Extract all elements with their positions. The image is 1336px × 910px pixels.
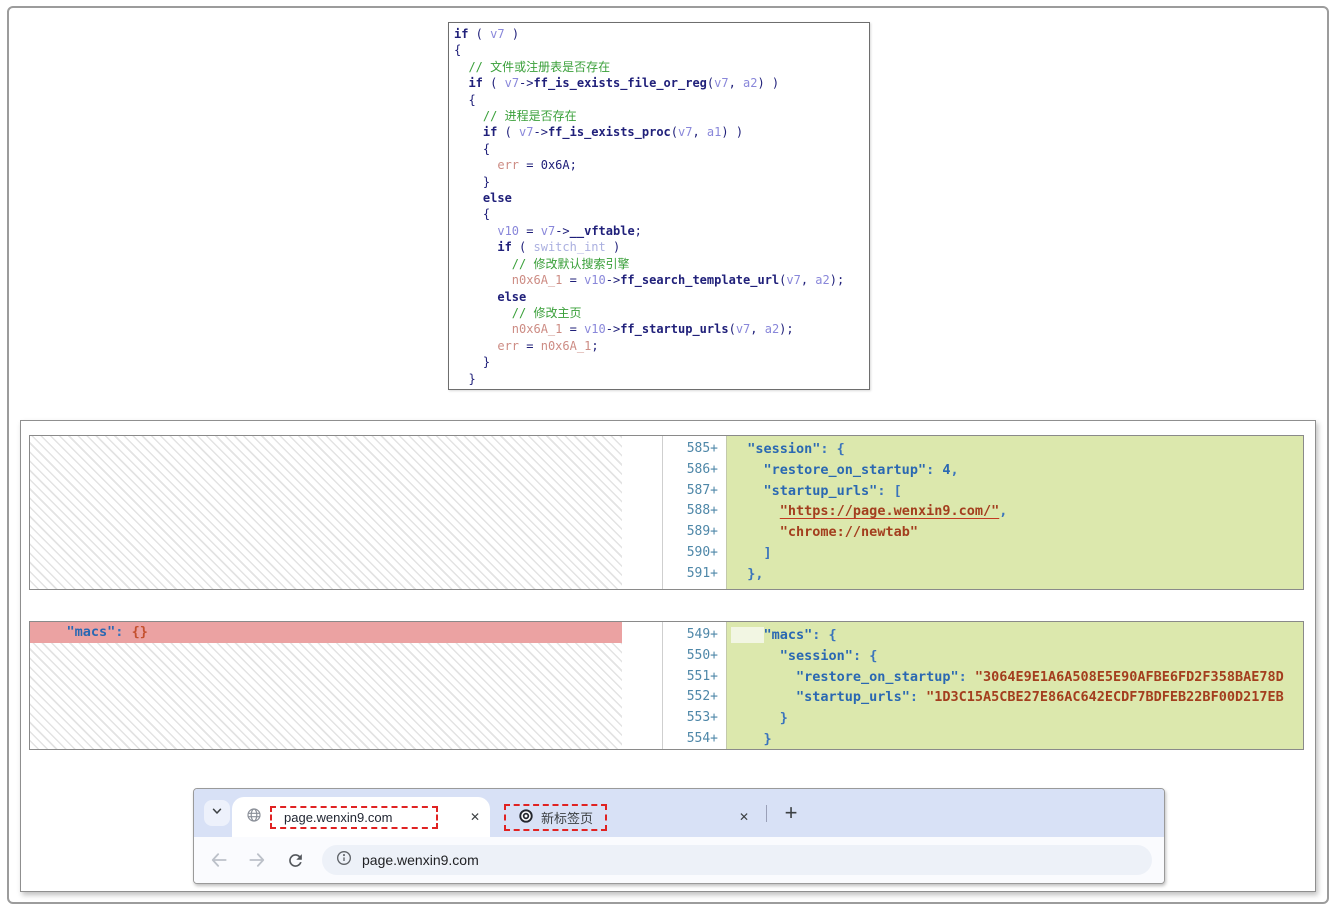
code-line: err = 0x6A;: [454, 157, 869, 173]
tab-separator: [766, 805, 767, 822]
code-line: v10 = v7->__vftable;: [454, 223, 869, 239]
decompiled-code: if ( v7 ){ // 文件或注册表是否存在 if ( v7->ff_is_…: [449, 23, 869, 387]
line-number: 590+: [663, 543, 718, 564]
diff-empty-hatch: [30, 436, 622, 589]
code-line: // 文件或注册表是否存在: [454, 59, 869, 75]
tab-search-button[interactable]: [204, 800, 230, 826]
code-line: if ( v7->ff_is_exists_proc(v7, a1) ): [454, 124, 869, 140]
code-line: if ( switch_int ): [454, 239, 869, 255]
code-line: if ( v7->ff_is_exists_file_or_reg(v7, a2…: [454, 75, 869, 91]
code-line: }: [454, 371, 869, 387]
diff-line-numbers: 549+550+551+552+553+554+: [663, 622, 726, 749]
diff-old-pane: "macs": {}: [30, 622, 663, 749]
code-line: else: [454, 289, 869, 305]
diff-added-code: "session": { "restore_on_startup": 4, "s…: [726, 436, 1303, 589]
diff-line: "restore_on_startup": 4,: [731, 460, 1303, 481]
tab-active[interactable]: page.wenxin9.com ✕: [232, 797, 490, 837]
diff-empty-hatch: [30, 643, 622, 749]
diff-line: "macs": {: [731, 625, 1303, 646]
diff-removed-text: "macs": {}: [34, 622, 622, 643]
diff-line: ]: [731, 543, 1303, 564]
line-number: 554+: [663, 729, 718, 750]
tab-title: page.wenxin9.com: [284, 810, 392, 825]
browser-window: page.wenxin9.com ✕ 新标签页: [193, 788, 1165, 884]
line-number: 551+: [663, 667, 718, 688]
info-icon[interactable]: [336, 850, 352, 871]
code-line: {: [454, 141, 869, 157]
decompiler-window: if ( v7 ){ // 文件或注册表是否存在 if ( v7->ff_is_…: [448, 22, 870, 390]
diff-line: "https://page.wenxin9.com/",: [731, 501, 1303, 522]
line-number: 585+: [663, 439, 718, 460]
line-number: 550+: [663, 646, 718, 667]
diff-old-pane: [30, 436, 663, 589]
red-dashed-highlight: page.wenxin9.com: [270, 806, 438, 829]
code-line: err = n0x6A_1;: [454, 338, 869, 354]
tab-close-button[interactable]: ✕: [470, 811, 480, 823]
browser-toolbar: page.wenxin9.com: [194, 837, 1164, 883]
code-line: }: [454, 174, 869, 190]
address-bar[interactable]: page.wenxin9.com: [322, 845, 1152, 875]
tab-inactive[interactable]: 新标签页 ✕: [494, 797, 759, 837]
code-line: }: [454, 354, 869, 370]
code-line: // 修改默认搜索引擎: [454, 256, 869, 272]
code-line: // 进程是否存在: [454, 108, 869, 124]
globe-icon: [246, 807, 262, 828]
url-text: page.wenxin9.com: [362, 852, 479, 868]
line-number: 552+: [663, 687, 718, 708]
diff-line: }: [731, 708, 1303, 729]
tab-close-button[interactable]: ✕: [739, 811, 749, 823]
code-line: if ( v7 ): [454, 26, 869, 42]
target-icon: [518, 808, 534, 827]
diff-line: "chrome://newtab": [731, 522, 1303, 543]
line-number: 553+: [663, 708, 718, 729]
forward-button[interactable]: [246, 849, 268, 871]
diff-panel-macs: "macs": {} 549+550+551+552+553+554+ "mac…: [29, 621, 1304, 750]
line-number: 587+: [663, 481, 718, 502]
line-number: 549+: [663, 625, 718, 646]
tab-strip: page.wenxin9.com ✕ 新标签页: [194, 789, 1164, 837]
code-line: // 修改主页: [454, 305, 869, 321]
chevron-down-icon: [210, 804, 224, 823]
line-number: 588+: [663, 501, 718, 522]
diff-line: },: [731, 564, 1303, 585]
line-number: 586+: [663, 460, 718, 481]
code-line: n0x6A_1 = v10->ff_startup_urls(v7, a2);: [454, 321, 869, 337]
code-line: else: [454, 190, 869, 206]
code-line: {: [454, 206, 869, 222]
diff-panel-preferences: 585+586+587+588+589+590+591+ "session": …: [29, 435, 1304, 590]
code-line: n0x6A_1 = v10->ff_search_template_url(v7…: [454, 272, 869, 288]
tab-title: 新标签页: [541, 808, 593, 827]
diff-removed-line: "macs": {}: [30, 622, 622, 643]
back-button[interactable]: [208, 849, 230, 871]
line-number: 589+: [663, 522, 718, 543]
diff-line: "session": {: [731, 439, 1303, 460]
reload-button[interactable]: [284, 849, 306, 871]
diff-line: "restore_on_startup": "3064E9E1A6A508E5E…: [731, 667, 1303, 688]
code-line: {: [454, 42, 869, 58]
diff-line: "startup_urls": "1D3C15A5CBE27E86AC642EC…: [731, 687, 1303, 708]
diff-line: }: [731, 729, 1303, 749]
diff-line: "session": {: [731, 646, 1303, 667]
red-dashed-highlight: 新标签页: [504, 804, 607, 831]
diff-line: "startup_urls": [: [731, 481, 1303, 502]
screenshot-root: if ( v7 ){ // 文件或注册表是否存在 if ( v7->ff_is_…: [0, 0, 1336, 910]
analysis-report-panel: 585+586+587+588+589+590+591+ "session": …: [20, 420, 1316, 892]
diff-added-code: "macs": { "session": { "restore_on_start…: [726, 622, 1303, 749]
line-number: 591+: [663, 564, 718, 585]
code-line: {: [454, 92, 869, 108]
diff-line-numbers: 585+586+587+588+589+590+591+: [663, 436, 726, 589]
new-tab-button[interactable]: +: [778, 800, 804, 826]
